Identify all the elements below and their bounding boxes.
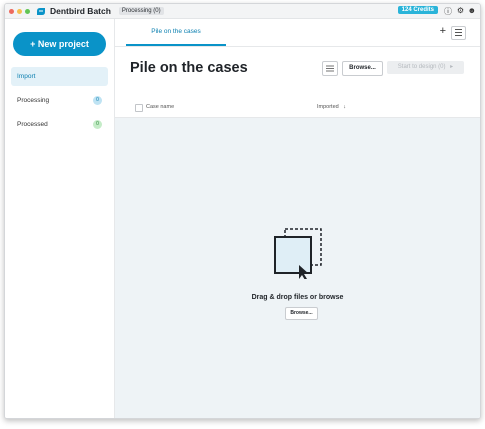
select-all-checkbox[interactable] — [135, 104, 143, 112]
table-header: Case name Imported ↓ — [115, 99, 480, 118]
list-icon — [455, 29, 462, 30]
sidebar-item-processed[interactable]: Processed 0 — [11, 115, 108, 134]
drag-drop-icon — [274, 228, 322, 279]
main-panel: Pile on the cases + Pile on the cases Br… — [115, 19, 480, 418]
settings-icon[interactable]: ⚙ — [457, 6, 464, 15]
column-imported[interactable]: Imported ↓ — [317, 104, 346, 110]
play-icon: ▸ — [450, 64, 454, 70]
app-logo-icon — [37, 7, 45, 15]
start-design-button[interactable]: Start to design (0) ▸ — [387, 61, 464, 74]
tab-pile-on-the-cases[interactable]: Pile on the cases — [126, 19, 226, 46]
sidebar: + New project Import Processing 0 Proces… — [5, 19, 115, 418]
start-design-label: Start to design (0) — [397, 64, 446, 70]
dropzone-browse-button[interactable]: Browse... — [285, 307, 318, 320]
filter-icon — [326, 65, 334, 72]
minimize-window-dot[interactable] — [17, 8, 22, 14]
close-window-dot[interactable] — [9, 8, 14, 14]
column-case-name[interactable]: Case name — [146, 104, 174, 110]
new-project-button[interactable]: + New project — [13, 32, 106, 56]
filter-button[interactable] — [322, 61, 338, 76]
app-title: Dentbird Batch — [50, 6, 111, 16]
sidebar-item-label: Processing — [17, 97, 50, 104]
sidebar-item-processing[interactable]: Processing 0 — [11, 91, 108, 110]
help-icon[interactable]: ⓘ — [444, 6, 452, 17]
tab-bar: Pile on the cases + — [115, 19, 480, 47]
sidebar-item-import[interactable]: Import — [11, 67, 108, 86]
browse-button[interactable]: Browse... — [342, 61, 383, 76]
column-imported-label: Imported — [317, 104, 339, 110]
sort-down-icon: ↓ — [343, 104, 346, 110]
add-tab-icon[interactable]: + — [440, 25, 446, 37]
processing-status-tag[interactable]: Processing (0) — [118, 7, 164, 15]
user-icon[interactable]: ☻ — [468, 6, 476, 15]
processing-count-badge: 0 — [93, 96, 102, 105]
credits-badge[interactable]: 124 Credits — [397, 6, 438, 14]
title-bar: Dentbird Batch Processing (0) 124 Credit… — [5, 4, 480, 19]
sidebar-item-label: Import — [17, 73, 36, 80]
page-title: Pile on the cases — [130, 60, 248, 76]
app-window: Dentbird Batch Processing (0) 124 Credit… — [4, 3, 481, 419]
file-dropzone[interactable]: Drag & drop files or browse Browse... — [115, 118, 480, 418]
list-view-button[interactable] — [451, 26, 466, 40]
maximize-window-dot[interactable] — [25, 8, 30, 14]
sidebar-item-label: Processed — [17, 121, 48, 128]
dropzone-text: Drag & drop files or browse — [251, 294, 344, 301]
processed-count-badge: 0 — [93, 120, 102, 129]
